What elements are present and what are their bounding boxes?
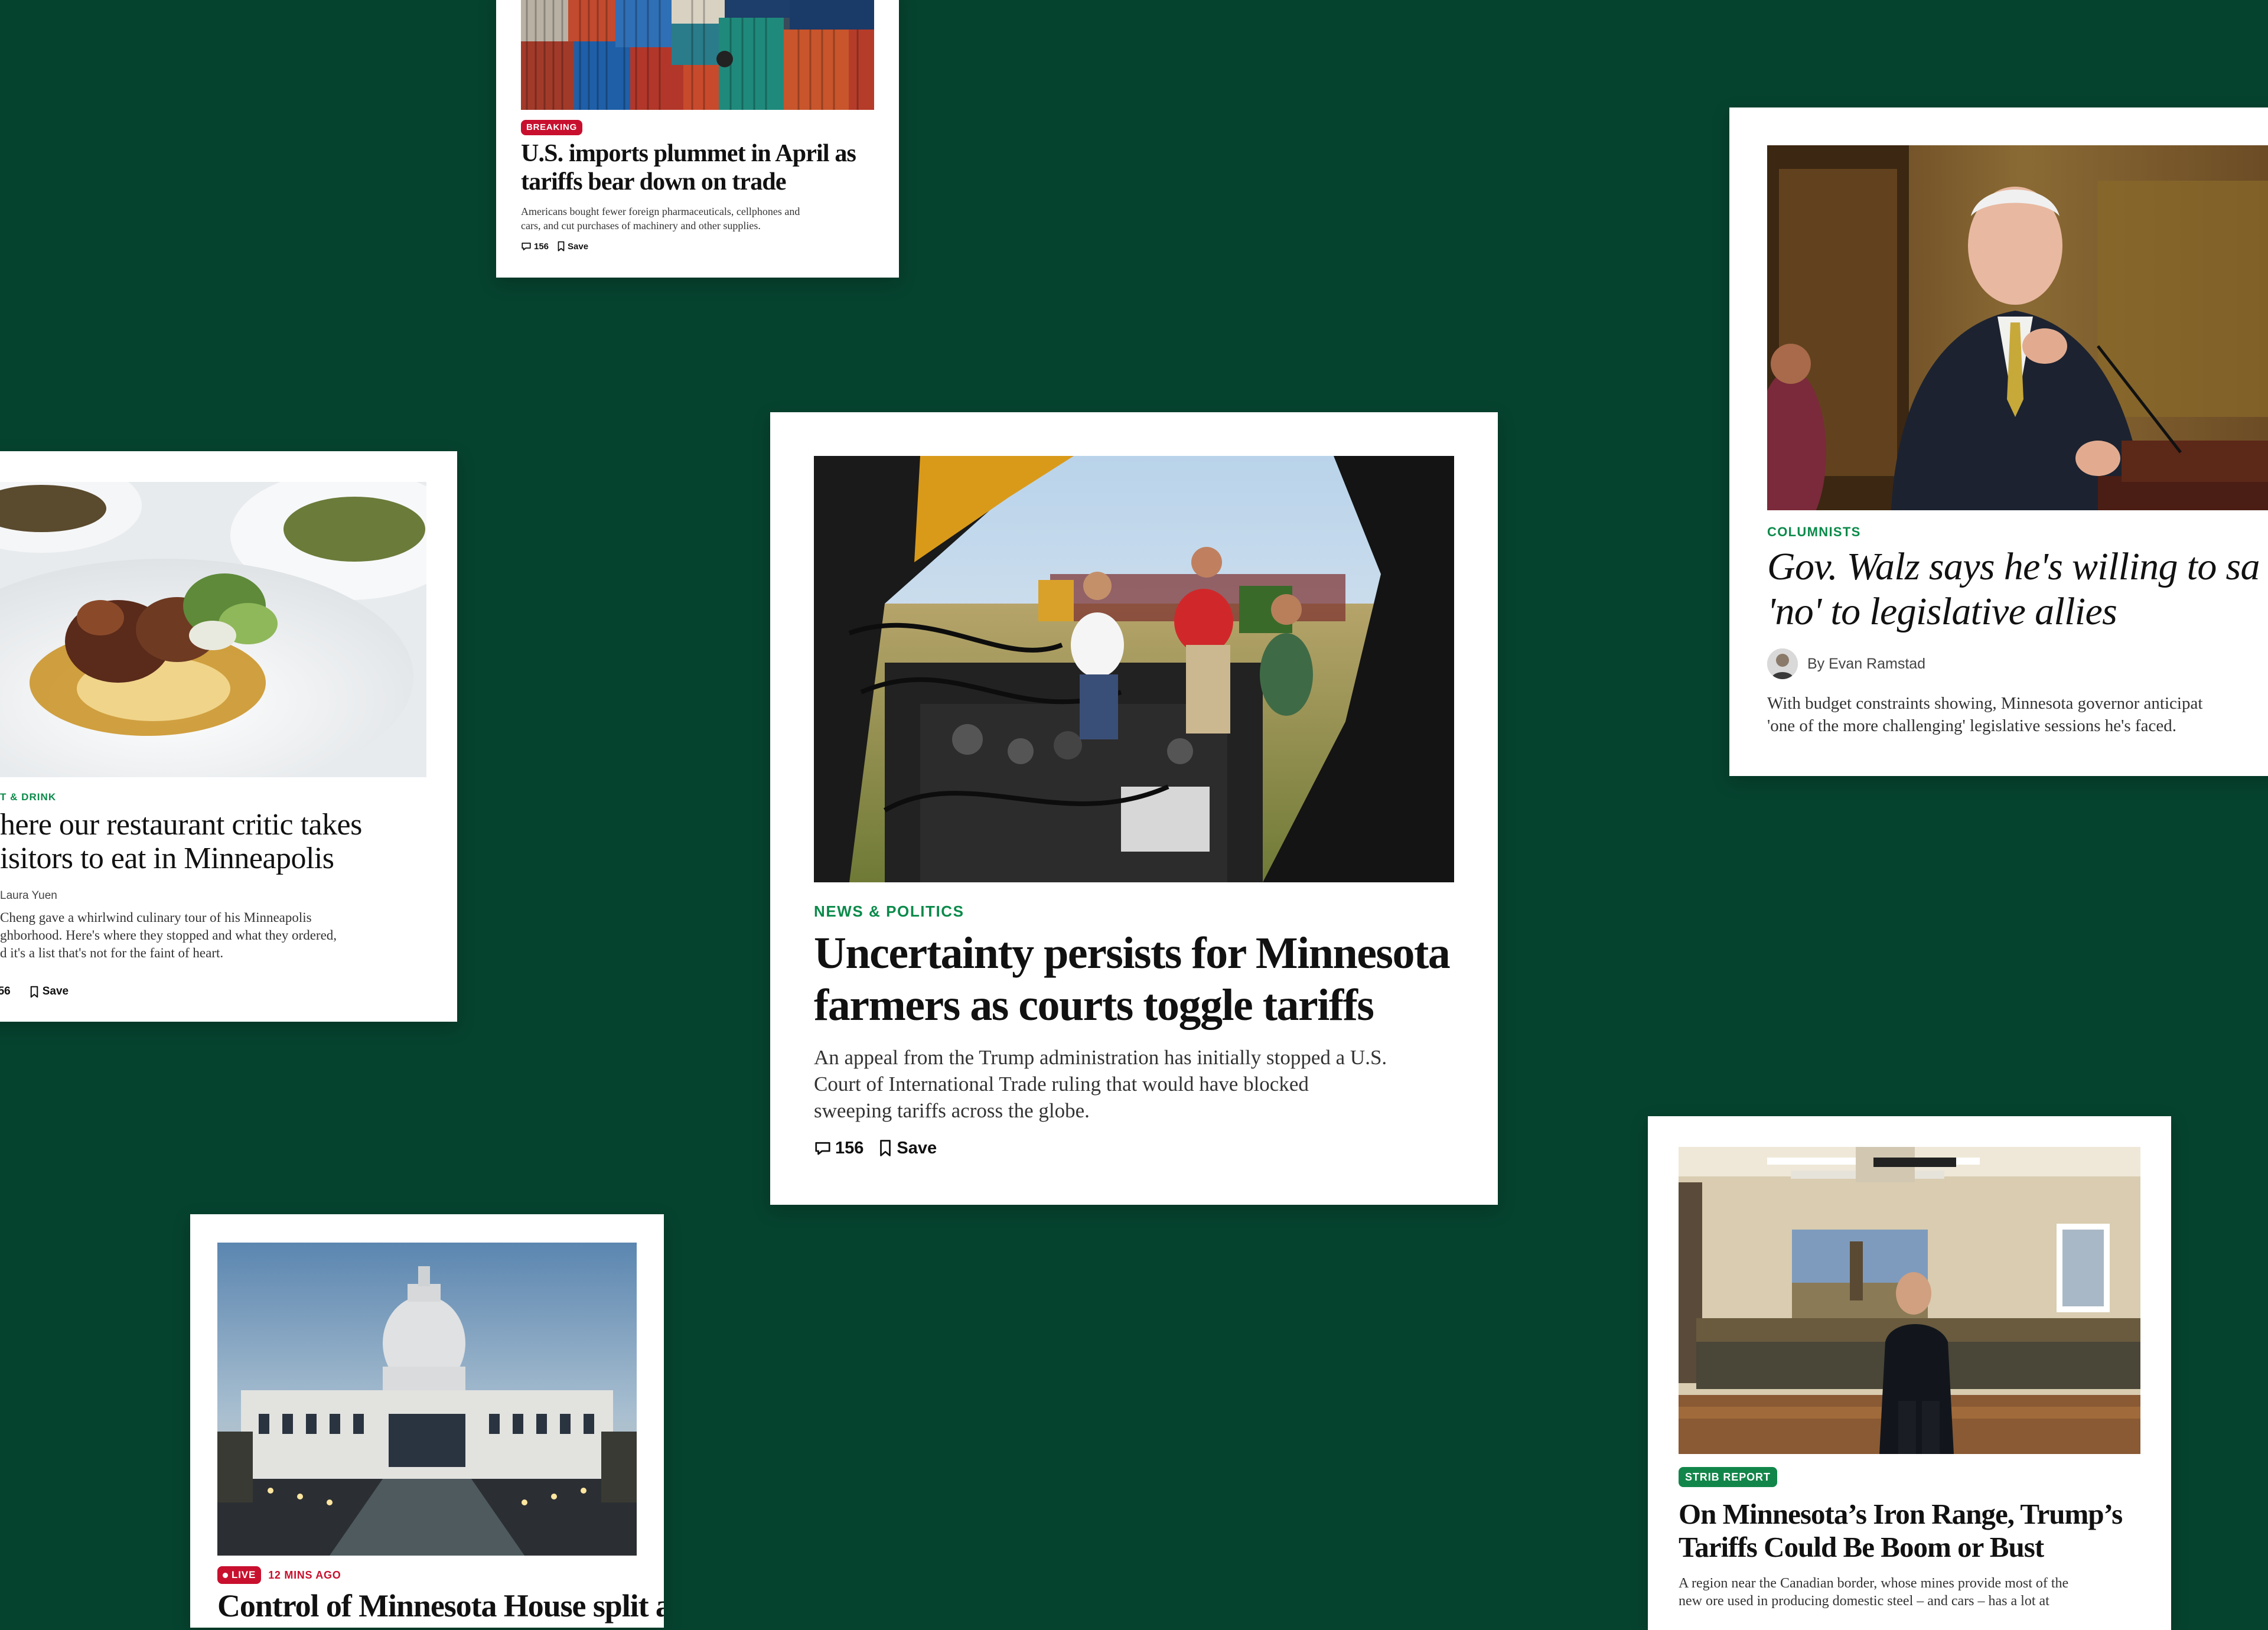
story-card-trade[interactable]: BREAKING U.S. imports plummet in April a… xyxy=(496,0,899,278)
story-card-main[interactable]: NEWS & POLITICS Uncertainty persists for… xyxy=(770,412,1498,1205)
walz-headline[interactable]: Gov. Walz says he's willing to sa 'no' t… xyxy=(1767,545,2268,634)
bookmark-icon[interactable] xyxy=(879,1139,892,1157)
story-card-walz[interactable]: COLUMNISTS Gov. Walz says he's willing t… xyxy=(1729,107,2268,776)
strib-report-badge: STRIB REPORT xyxy=(1679,1467,1777,1487)
trade-headline[interactable]: U.S. imports plummet in April as tariffs… xyxy=(521,139,887,196)
capitol-headline[interactable]: Control of Minnesota House split after D… xyxy=(217,1589,664,1628)
section-label[interactable]: T & DRINK xyxy=(0,791,56,803)
section-label[interactable]: COLUMNISTS xyxy=(1767,524,1861,540)
food-actions: 156 Save xyxy=(0,984,69,999)
plated-dish-photo xyxy=(0,482,426,777)
live-dot-icon xyxy=(223,1572,228,1578)
trade-dek: Americans bought fewer foreign pharmaceu… xyxy=(521,206,800,232)
story-card-capitol[interactable]: LIVE 12 MINS AGO Control of Minnesota Ho… xyxy=(190,1214,664,1628)
main-headline[interactable]: Uncertainty persists for Minnesota farme… xyxy=(814,927,1464,1031)
trade-actions: 156 Save xyxy=(521,240,588,253)
walz-dek: With budget constraints showing, Minneso… xyxy=(1767,694,2203,735)
story-card-food[interactable]: T & DRINK here our restaurant critic tak… xyxy=(0,451,457,1022)
comment-icon[interactable] xyxy=(521,241,532,252)
comment-count[interactable]: 156 xyxy=(835,1139,863,1158)
council-chamber-photo xyxy=(1679,1147,2140,1454)
save-button[interactable]: Save xyxy=(897,1139,937,1158)
iron-dek: A region near the Canadian border, whose… xyxy=(1679,1576,2069,1609)
save-button[interactable]: Save xyxy=(568,242,588,252)
breaking-badge: BREAKING xyxy=(521,120,583,135)
live-status: LIVE 12 MINS AGO xyxy=(217,1566,341,1584)
shipping-containers-photo xyxy=(521,0,874,110)
byline[interactable]: Laura Yuen xyxy=(0,889,57,902)
section-label[interactable]: NEWS & POLITICS xyxy=(814,902,964,921)
food-dek: Cheng gave a whirlwind culinary tour of … xyxy=(0,910,337,960)
comment-count[interactable]: 156 xyxy=(0,985,11,998)
live-badge: LIVE xyxy=(217,1566,262,1584)
bookmark-icon[interactable] xyxy=(30,986,39,998)
comment-count[interactable]: 156 xyxy=(534,242,549,252)
author-avatar[interactable] xyxy=(1767,648,1798,679)
food-headline[interactable]: here our restaurant critic takes isitors… xyxy=(0,808,449,875)
comment-icon[interactable] xyxy=(814,1139,832,1157)
iron-headline[interactable]: On Minnesota’s Iron Range, Trump’s Tarif… xyxy=(1679,1498,2163,1564)
save-button[interactable]: Save xyxy=(43,985,69,998)
byline[interactable]: By Evan Ramstad xyxy=(1807,656,1925,673)
governor-podium-photo xyxy=(1767,145,2268,510)
main-actions: 156 Save xyxy=(814,1137,937,1159)
main-dek: An appeal from the Trump administration … xyxy=(814,1046,1387,1122)
story-card-iron[interactable]: STRIB REPORT On Minnesota’s Iron Range, … xyxy=(1648,1116,2171,1630)
timestamp: 12 MINS AGO xyxy=(268,1569,341,1581)
farm-equipment-photo xyxy=(814,456,1454,882)
bookmark-icon[interactable] xyxy=(557,241,565,252)
state-capitol-photo xyxy=(217,1243,637,1556)
